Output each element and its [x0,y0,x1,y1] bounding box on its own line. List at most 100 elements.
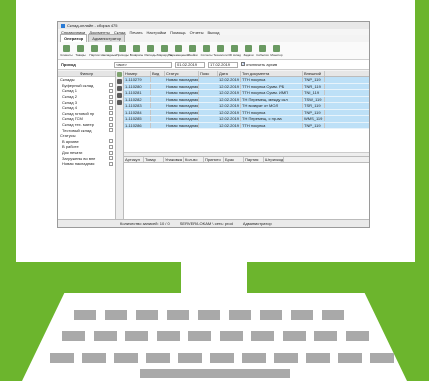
table-cell: ТН возврат от МОЛ [241,103,303,109]
filter-checkbox[interactable] [109,161,113,166]
toolbar-button[interactable]: Задачи [242,44,255,57]
toolbar-button[interactable]: Перемещения [169,44,188,57]
toolbar-button[interactable]: Клиенты [60,44,73,57]
toolbar-button[interactable]: Накладные [101,44,116,57]
record-count: Количество записей: 10 / 0 [120,221,170,226]
add-icon[interactable] [117,79,122,84]
detail-column-header[interactable]: Кол-во [184,157,204,162]
main-area: Фильтр Склады Буферный склад Склад 1 Склад … [58,71,369,219]
keyboard-key [146,353,170,363]
date-from-field[interactable]: 01.02.2019 [175,61,205,68]
table-cell: ТН Перемещ. между скл [241,96,303,102]
delete-icon[interactable] [117,93,122,98]
edit-icon[interactable] [117,86,122,91]
keyboard-key [105,310,127,320]
detail-column-header[interactable]: Артикул [124,157,144,162]
filter-checkbox[interactable] [109,150,113,155]
tab-item[interactable]: Администратор [88,34,126,42]
menu-item[interactable]: Помощь [170,30,185,35]
print-icon[interactable] [117,100,122,105]
filter-checkbox[interactable] [109,100,113,105]
table-cell: 1-110286 [124,122,151,128]
detail-column-header[interactable]: Упаковка [164,157,184,162]
toolbar-button[interactable]: Сотчеты [200,44,213,57]
column-header[interactable]: Внешний [303,71,325,76]
table-cell: TNP_119 [303,77,325,83]
menu-item[interactable]: Отчеты [190,30,204,35]
table-row[interactable]: 1-110286 Новая накладная 12.02.2019 ТТН пок… [124,122,369,129]
role-tabs: Оператор Администратор [58,34,369,42]
filter-checkbox[interactable] [109,116,113,121]
toolbar-button[interactable]: Расходы [144,44,157,57]
toolbar-button[interactable]: 3D склад [228,44,241,57]
toolbar-button[interactable]: Ячейки [186,44,199,57]
column-header[interactable]: Статус [165,71,199,76]
toolbar-icon [189,44,196,52]
filter-checkbox[interactable] [109,88,113,93]
table-cell: 12.02.2019 [219,96,241,102]
keyboard-key [93,331,117,341]
filter-checkbox[interactable] [109,83,113,88]
filter-checkbox[interactable] [109,111,113,116]
toolbar-button[interactable]: Приходы [116,44,129,57]
column-header[interactable]: Пояс [199,71,218,76]
toolbar-button[interactable]: Возвраты [129,44,144,57]
column-header[interactable]: Вид [151,71,165,76]
toolbar-button[interactable]: Товары [74,44,87,57]
filter-checkbox[interactable] [109,139,113,144]
toolbar-label: Возвраты [129,52,144,57]
filter-checkbox[interactable] [109,156,113,161]
horizontal-scrollbar[interactable] [124,152,369,156]
menu-item[interactable]: Выход [207,30,219,35]
toolbar-icon [203,44,210,52]
keyboard-key [338,353,362,363]
keyboard-key [178,353,202,363]
column-header[interactable]: Тип документа [241,71,303,76]
keyboard-key [291,310,313,320]
filter-label: Новая накладная [62,161,95,167]
filter-label: Тестовый склад [62,127,92,133]
filter-label: В работе [62,144,79,150]
toolbar-button[interactable]: Монитор [270,44,283,57]
document-type-select[interactable]: <все> [114,61,172,68]
detail-column-header[interactable]: Штрихкод [264,157,284,162]
toolbar-button[interactable]: Технологи [213,44,228,57]
toolbar-button[interactable]: Партии [88,44,101,57]
table-cell: TSW_119 [303,96,325,102]
detail-column-header[interactable]: Партия [244,157,264,162]
filter-checkbox[interactable] [109,128,113,133]
tab-item[interactable]: Оператор [60,34,88,42]
toolbar-icon [91,44,98,52]
toolbar-label: Расходы [144,52,157,57]
filter-checkbox[interactable] [109,144,113,149]
table-cell: 12.02.2019 [219,83,241,89]
document-header: Приход <все> 01.02.2019 17.02.2019 отклю… [58,60,369,70]
title-bar: Склад-онлайн - сборка 475 [58,22,369,29]
table-cell: 12.02.2019 [219,122,241,128]
toolbar-label: Сотчеты [200,52,213,57]
table-cell: ТТН покупка [241,122,303,128]
date-to-field[interactable]: 17.02.2019 [208,61,238,68]
toolbar-button[interactable]: События [256,44,269,57]
filter-checkbox[interactable] [109,94,113,99]
menu-item[interactable]: Печать [129,30,142,35]
column-header[interactable]: Дата [218,71,241,76]
toolbar-icon [147,44,154,52]
refresh-icon[interactable] [117,72,122,77]
table-cell: TNR_119 [303,83,325,89]
keyboard-key [114,353,138,363]
keyboard-key [345,331,369,341]
filter-row[interactable]: Новая накладная [58,161,115,167]
menu-item[interactable]: Настройки [147,30,167,35]
filter-checkbox[interactable] [109,122,113,127]
table-cell: TNP_119 [303,109,325,115]
archive-checkbox[interactable]: отключить архив [241,61,277,67]
filter-checkbox[interactable] [109,105,113,110]
detail-column-header[interactable]: Принято [204,157,224,162]
keyboard-key [242,353,266,363]
detail-column-header[interactable]: Брак [224,157,244,162]
app-window: Склад-онлайн - сборка 475 Справочники Док… [57,21,370,228]
detail-column-header[interactable]: Товар [144,157,164,162]
column-header[interactable]: Номер [124,71,151,76]
documents-grid: Номер Вид Статус Пояс Дата Тип документа Внешн… [124,71,369,157]
